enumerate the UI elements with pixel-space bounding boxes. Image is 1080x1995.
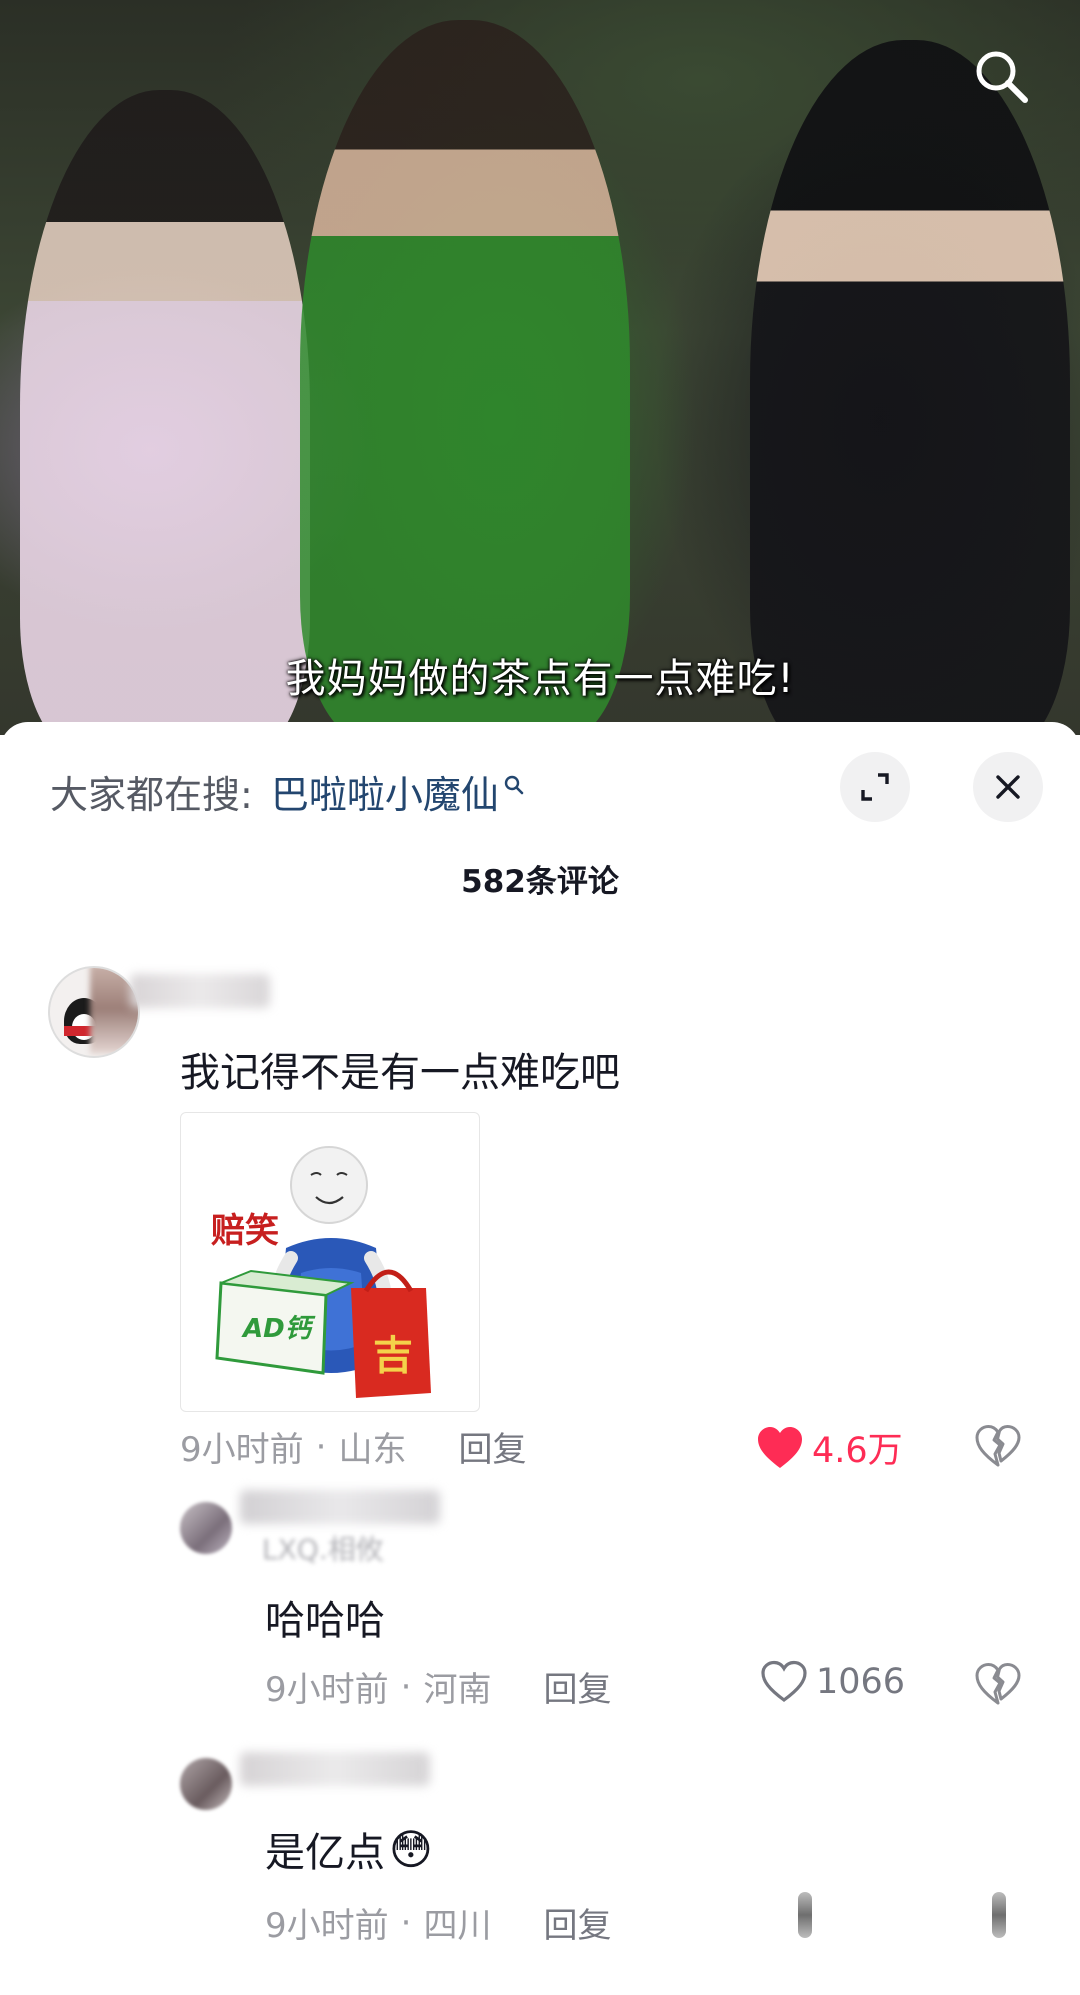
reply-username[interactable]: LXQ.相攸	[262, 1528, 384, 1568]
sticker-illustration	[215, 1146, 431, 1398]
reply-location: 河南	[423, 1670, 492, 1710]
hot-search-label: 大家都在搜:	[50, 773, 253, 817]
username-blurred[interactable]	[130, 974, 270, 1008]
flushed-emoji-icon: 😳	[389, 1824, 433, 1874]
reply-time: 9小时前	[265, 1906, 389, 1946]
meta-separator: ·	[315, 1426, 327, 1467]
comment-count: 582条评论	[461, 864, 619, 900]
scroll-indicator-right	[992, 1892, 1006, 1938]
reply-meta: 9小时前 · 河南 回复	[265, 1662, 611, 1711]
like-count: 4.6万	[812, 1431, 903, 1471]
comment-text: 我记得不是有一点难吃吧	[180, 1050, 620, 1096]
search-icon	[976, 51, 1028, 103]
reply-button[interactable]: 回复	[458, 1422, 526, 1471]
video-subtitle: 我妈妈做的茶点有一点难吃!	[285, 656, 795, 702]
scroll-indicator-left	[798, 1892, 812, 1938]
video-person-middle	[300, 20, 630, 735]
reply-time: 9小时前	[265, 1670, 389, 1710]
expand-icon	[861, 773, 889, 801]
reply-meta: 9小时前 · 四川 回复	[265, 1898, 611, 1947]
comment-sheet: 大家都在搜: 巴啦啦小魔仙 582条评论 我记得不是有一点难吃吧 赔笑 AD钙 …	[0, 722, 1080, 1995]
video-person-left	[20, 90, 310, 735]
comment-meta: 9小时前 · 山东 回复	[180, 1422, 526, 1471]
reply-text-row: 是亿点 😳	[265, 1820, 433, 1878]
reply-button[interactable]: 回复	[543, 1662, 611, 1711]
meta-separator: ·	[400, 1666, 412, 1707]
reply-text: 是亿点	[265, 1830, 385, 1876]
comment-sticker-image[interactable]: 赔笑 AD钙 吉	[180, 1112, 480, 1412]
comment-location: 山东	[338, 1430, 407, 1470]
reply-location: 四川	[423, 1906, 492, 1946]
search-button[interactable]	[965, 40, 1037, 112]
reply-username-blurred[interactable]	[240, 1490, 440, 1524]
like-button[interactable]: 1066	[760, 1660, 905, 1704]
reply-avatar[interactable]	[180, 1502, 232, 1554]
hot-search-bar: 大家都在搜: 巴啦啦小魔仙	[50, 764, 525, 819]
sticker-box-brand: AD钙	[243, 1314, 311, 1344]
close-button[interactable]	[973, 752, 1043, 822]
like-count: 1066	[816, 1662, 906, 1702]
sticker-caption: 赔笑	[211, 1211, 279, 1251]
small-search-icon	[504, 775, 524, 794]
meta-separator: ·	[400, 1902, 412, 1943]
avatar[interactable]	[48, 966, 140, 1058]
like-button[interactable]: 4.6万	[756, 1422, 903, 1473]
dislike-icon[interactable]	[975, 1425, 1021, 1467]
reply-avatar[interactable]	[180, 1758, 232, 1810]
expand-button[interactable]	[840, 752, 910, 822]
heart-outline-icon	[761, 1660, 807, 1702]
hot-search-term[interactable]: 巴啦啦小魔仙	[271, 764, 499, 819]
close-icon	[996, 775, 1020, 799]
video-player[interactable]: 我妈妈做的茶点有一点难吃!	[0, 0, 1080, 735]
dislike-icon[interactable]	[975, 1663, 1021, 1705]
reply-button[interactable]: 回复	[543, 1898, 611, 1947]
heart-filled-icon	[758, 1426, 802, 1468]
video-person-right	[750, 40, 1070, 735]
sticker-bag-char: 吉	[373, 1333, 413, 1379]
reply-text: 哈哈哈	[265, 1598, 385, 1644]
comment-time: 9小时前	[180, 1430, 304, 1470]
reply-username-blurred[interactable]	[240, 1752, 430, 1786]
